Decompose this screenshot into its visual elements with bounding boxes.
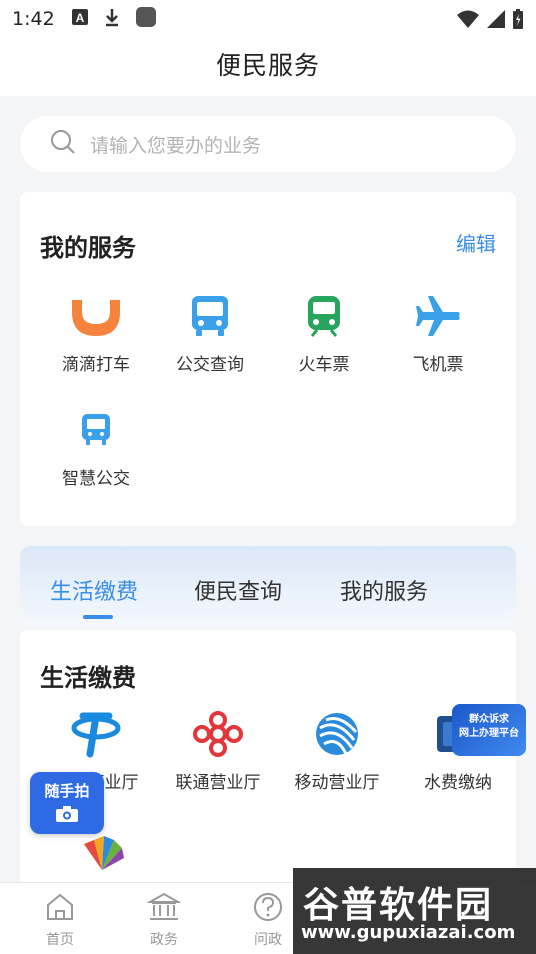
camera-icon — [30, 805, 104, 827]
status-bar: 1:42 A — [0, 0, 536, 38]
service-label: 水费缴纳 — [424, 773, 492, 793]
search-placeholder: 请输入您要办的业务 — [90, 134, 262, 157]
service-label: 滴滴打车 — [62, 355, 130, 375]
banner-line-1: 群众诉求 — [469, 714, 509, 725]
signal-icon — [486, 9, 506, 34]
banner-line-2: 网上办理平台 — [459, 728, 519, 739]
category-tabs: 生活缴费 便民查询 我的服务 — [20, 546, 516, 626]
watermark-logo: 谷普软件园 www.gupuxiazai.com — [293, 868, 536, 954]
nav-home[interactable]: 首页 — [25, 891, 95, 949]
government-icon — [129, 891, 199, 927]
edit-button[interactable]: 编辑 — [456, 228, 496, 257]
search-area: 请输入您要办的业务 — [0, 96, 536, 176]
notification-a-icon: A — [71, 8, 89, 31]
service-label: 智慧公交 — [62, 469, 130, 489]
nav-label: 首页 — [46, 932, 74, 948]
service-label: 公交查询 — [176, 355, 244, 375]
service-label: 联通营业厅 — [175, 773, 261, 793]
my-services-card: 我的服务 编辑 滴滴打车 公交查询 火车票 飞机票 智慧公交 — [20, 192, 516, 526]
nav-label: 政务 — [150, 932, 178, 948]
colorful-service-icon[interactable] — [80, 830, 124, 880]
life-payment-title: 生活缴费 — [40, 664, 136, 692]
service-label: 飞机票 — [412, 355, 464, 375]
service-flight-ticket[interactable]: 飞机票 — [378, 292, 498, 375]
snapshot-report-button[interactable]: 随手拍 — [30, 772, 104, 834]
plane-icon — [378, 292, 498, 340]
tab-convenience-query[interactable]: 便民查询 — [194, 574, 282, 606]
service-smart-bus[interactable]: 智慧公交 — [36, 406, 156, 489]
battery-icon — [512, 8, 524, 35]
china-telecom-icon — [36, 710, 156, 758]
service-didi[interactable]: 滴滴打车 — [36, 292, 156, 375]
nav-government[interactable]: 政务 — [129, 891, 199, 949]
china-mobile-icon — [277, 710, 397, 758]
service-train-ticket[interactable]: 火车票 — [264, 292, 384, 375]
search-input[interactable]: 请输入您要办的业务 — [20, 116, 516, 172]
app-notification-icon — [135, 6, 157, 33]
service-label: 移动营业厅 — [294, 773, 380, 793]
watermark-url: www.gupuxiazai.com — [301, 922, 516, 943]
watermark-title: 谷普软件园 — [303, 885, 494, 926]
wifi-icon — [456, 9, 480, 34]
page-title: 便民服务 — [0, 38, 536, 96]
service-mobile[interactable]: 移动营业厅 — [277, 710, 397, 793]
svg-text:A: A — [75, 11, 84, 25]
service-bus-query[interactable]: 公交查询 — [150, 292, 270, 375]
tab-life-payment[interactable]: 生活缴费 — [50, 574, 138, 606]
tab-my-services[interactable]: 我的服务 — [340, 574, 428, 606]
home-icon — [25, 891, 95, 927]
smart-bus-icon — [36, 406, 156, 454]
my-services-title: 我的服务 — [40, 234, 136, 262]
active-tab-indicator — [83, 615, 113, 619]
china-unicom-icon — [158, 710, 278, 758]
train-icon — [264, 292, 384, 340]
service-label: 火车票 — [298, 355, 350, 375]
didi-icon — [36, 292, 156, 340]
snapshot-label: 随手拍 — [44, 782, 90, 800]
status-time: 1:42 — [12, 8, 55, 30]
public-appeal-banner[interactable]: 群众诉求 网上办理平台 — [452, 704, 526, 756]
download-icon — [103, 7, 121, 32]
service-unicom[interactable]: 联通营业厅 — [158, 710, 278, 793]
bus-icon — [150, 292, 270, 340]
search-icon — [50, 129, 76, 159]
